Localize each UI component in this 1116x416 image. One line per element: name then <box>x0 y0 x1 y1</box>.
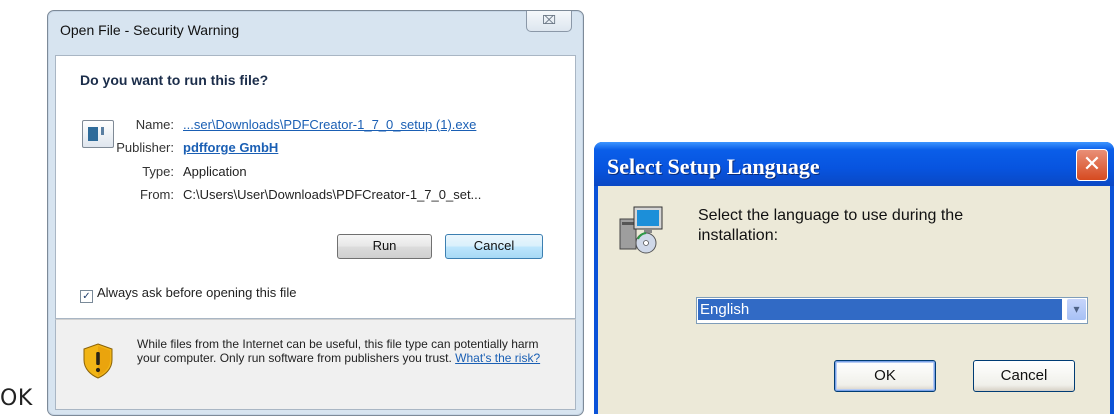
ok-button[interactable]: OK <box>834 360 936 392</box>
name-label: Name: <box>135 117 174 132</box>
publisher-link[interactable]: pdfforge GmbH <box>183 140 278 155</box>
setup-installer-icon <box>619 206 663 254</box>
close-button[interactable]: ⌧ <box>526 11 572 32</box>
close-icon[interactable]: ✕ <box>1076 149 1108 181</box>
type-value: Application <box>183 164 247 179</box>
publisher-label: Publisher: <box>116 140 174 155</box>
instruction-text: Select the language to use during the in… <box>698 207 964 244</box>
cancel-button[interactable]: Cancel <box>445 234 543 259</box>
stray-ok-caption: OK <box>0 386 33 411</box>
always-ask-row[interactable]: ✓ Always ask before opening this file <box>80 285 296 303</box>
language-select-value[interactable]: English <box>698 299 1062 320</box>
always-ask-label: Always ask before opening this file <box>97 285 297 300</box>
warning-text: While files from the Internet can be use… <box>137 337 557 365</box>
from-value: C:\Users\User\Downloads\PDFCreator-1_7_0… <box>183 187 482 202</box>
run-question: Do you want to run this file? <box>80 72 269 88</box>
file-name-link[interactable]: ...ser\Downloads\PDFCreator-1_7_0_setup … <box>183 117 476 132</box>
language-select[interactable]: English ▾ <box>696 297 1088 324</box>
whats-the-risk-link[interactable]: What's the risk? <box>455 351 540 365</box>
dropdown-arrow-icon[interactable]: ▾ <box>1067 299 1086 320</box>
always-ask-checkbox[interactable]: ✓ <box>80 290 93 303</box>
run-button[interactable]: Run <box>337 234 432 259</box>
dialog-title: Open File - Security Warning <box>60 22 240 38</box>
warning-panel: While files from the Internet can be use… <box>55 319 576 410</box>
title-bar: Select Setup Language ✕ <box>594 142 1114 186</box>
type-label: Type: <box>142 164 174 179</box>
select-setup-language-dialog: Select Setup Language ✕ Select the langu… <box>594 142 1114 414</box>
cancel-button[interactable]: Cancel <box>973 360 1075 392</box>
security-warning-dialog: Open File - Security Warning ⌧ Do you wa… <box>47 10 584 416</box>
dialog-title: Select Setup Language <box>607 154 820 179</box>
shield-warning-icon <box>83 343 113 379</box>
dialog-content: Do you want to run this file? Name: ...s… <box>55 55 576 319</box>
dialog-content: Select the language to use during the in… <box>598 186 1110 414</box>
from-label: From: <box>140 187 174 202</box>
